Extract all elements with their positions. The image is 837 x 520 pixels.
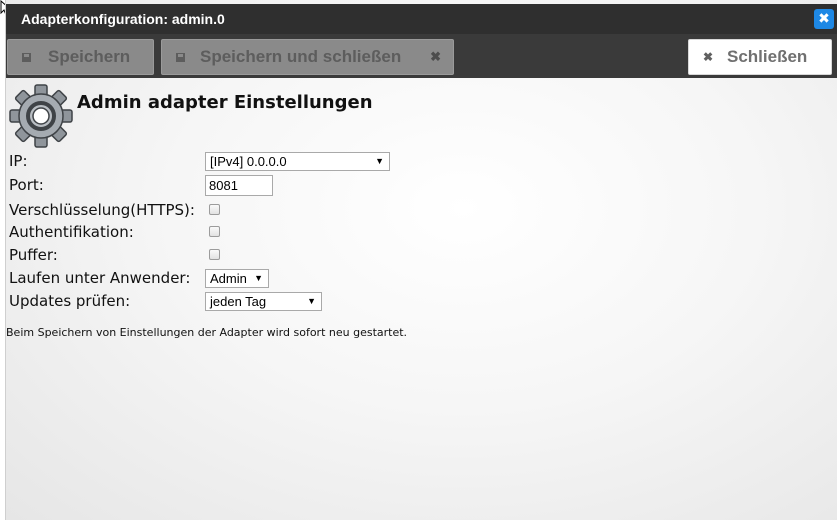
check-updates-label: Updates prüfen: [9,292,131,310]
dialog-title: Adapterkonfiguration: admin.0 [21,11,225,27]
authentication-label: Authentifikation: [9,223,134,241]
save-and-close-label: Speichern und schließen [200,47,402,66]
adapter-config-dialog: Adapterkonfiguration: admin.0 ✖ Speicher… [5,0,837,520]
cache-label: Puffer: [9,246,58,264]
authentication-checkbox[interactable] [209,226,220,237]
restart-note: Beim Speichern von Einstellungen der Ada… [6,326,408,339]
chevron-down-icon: ▼ [307,296,316,306]
check-updates-value: jeden Tag [210,294,267,309]
run-as-user-value: Admin [210,271,247,286]
close-icon[interactable]: ✖ [814,9,834,29]
gear-icon [9,84,73,148]
check-updates-select[interactable]: jeden Tag ▼ [205,292,322,311]
cache-checkbox[interactable] [209,249,220,260]
close-button-label: Schließen [727,47,808,66]
save-button-label: Speichern [48,47,131,66]
ip-select-value: [IPv4] 0.0.0.0 [210,154,287,169]
close-icon: ✖ [430,49,441,64]
dialog-toolbar: Speichern Speichern und schließen ✖ ✖ Sc… [6,34,837,78]
https-checkbox[interactable] [209,204,220,215]
page-title: Admin adapter Einstellungen [77,92,373,113]
chevron-down-icon: ▼ [254,273,263,283]
port-input[interactable]: 8081 [205,175,273,196]
ip-label: IP: [9,152,28,170]
save-button[interactable]: Speichern [7,39,154,75]
ip-select[interactable]: [IPv4] 0.0.0.0 ▼ [205,152,390,171]
https-label: Verschlüsselung(HTTPS): [9,201,195,219]
dialog-titlebar: Adapterkonfiguration: admin.0 ✖ [6,4,837,34]
save-and-close-button[interactable]: Speichern und schließen ✖ [161,39,454,75]
close-icon: ✖ [703,50,714,64]
port-label: Port: [9,176,44,194]
run-as-user-select[interactable]: Admin ▼ [205,269,269,288]
close-button[interactable]: ✖ Schließen [688,39,832,75]
run-as-user-label: Laufen unter Anwender: [9,269,191,287]
floppy-disk-icon [176,53,185,62]
chevron-down-icon: ▼ [375,156,384,166]
floppy-disk-icon [22,53,31,62]
